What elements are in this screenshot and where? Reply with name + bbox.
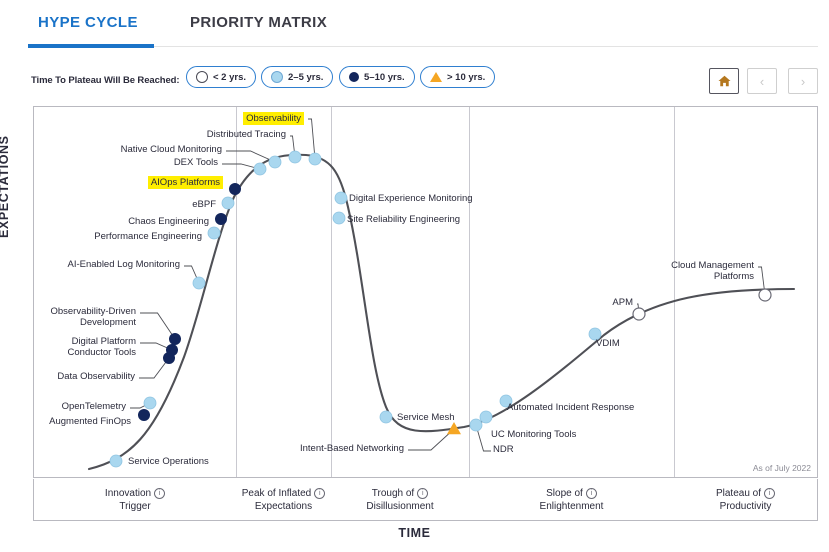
phase-label-line1: Plateau of	[715, 488, 762, 499]
legend-pill-over-10-yrs[interactable]: > 10 yrs.	[420, 66, 496, 88]
data-point-marker[interactable]	[253, 162, 267, 176]
data-point-label[interactable]: DEX Tools	[174, 157, 218, 168]
phase-label-line1: Innovation	[104, 488, 152, 499]
data-point-marker[interactable]	[469, 418, 483, 432]
phase-label-line2: Disillusionment	[366, 501, 434, 512]
data-point-marker[interactable]	[379, 410, 393, 424]
data-point-label[interactable]: UC Monitoring Tools	[491, 429, 576, 440]
info-icon[interactable]: i	[314, 488, 326, 499]
legend-pill-label: < 2 yrs.	[213, 71, 247, 83]
legend-bar: Time To Plateau Will Be Reached: < 2 yrs…	[0, 60, 829, 104]
phase-label-line2: Trigger	[119, 501, 151, 512]
open-circle-icon	[196, 71, 208, 83]
previous-button[interactable]: ‹	[747, 68, 777, 94]
phase-peak-of-inflated-expectations: Peak of Inflated i Expectations	[236, 487, 331, 513]
legend-title: Time To Plateau Will Be Reached:	[31, 75, 180, 86]
data-point-marker[interactable]	[192, 276, 206, 290]
phase-trough-of-disillusionment: Trough of i Disillusionment	[331, 487, 469, 513]
data-point-marker[interactable]	[169, 333, 181, 345]
phase-label-line2: Expectations	[254, 501, 313, 512]
info-icon[interactable]: i	[585, 488, 597, 499]
data-point-marker[interactable]	[308, 152, 322, 166]
data-point-marker[interactable]	[166, 344, 178, 356]
tab-bar: HYPE CYCLE PRIORITY MATRIX	[0, 0, 829, 48]
phase-label-line2: Enlightenment	[539, 501, 604, 512]
info-icon[interactable]: i	[417, 488, 429, 499]
data-point-marker[interactable]	[221, 196, 235, 210]
chevron-right-icon: ›	[800, 73, 806, 89]
hype-cycle-chart: Service Operations Augmented FinOps OpenTe…	[33, 106, 818, 478]
data-point-marker[interactable]	[632, 307, 646, 321]
chevron-left-icon: ‹	[759, 73, 765, 89]
phase-label-line2: Productivity	[719, 501, 772, 512]
leader-line	[408, 428, 455, 451]
data-point-label[interactable]: Automated Incident Response	[507, 402, 634, 413]
data-point-marker[interactable]	[334, 191, 348, 205]
light-circle-icon	[271, 71, 283, 83]
data-point-label[interactable]: Augmented FinOps	[49, 416, 131, 427]
data-point-label[interactable]: Performance Engineering	[94, 231, 202, 242]
data-point-label[interactable]: Native Cloud Monitoring	[121, 144, 222, 155]
orange-triangle-icon	[430, 72, 442, 82]
data-point-marker[interactable]	[268, 155, 282, 169]
dark-circle-icon	[349, 72, 359, 82]
data-point-label[interactable]: NDR	[493, 444, 514, 455]
data-point-marker[interactable]	[207, 226, 221, 240]
data-point-label[interactable]: APM	[612, 297, 633, 308]
x-axis-label: TIME	[398, 526, 431, 540]
data-point-label[interactable]: Chaos Engineering	[128, 216, 209, 227]
data-point-label[interactable]: Intent-Based Networking	[300, 443, 404, 454]
data-point-label[interactable]: Site Reliability Engineering	[347, 214, 460, 225]
home-icon	[717, 75, 731, 87]
legend-pill-2-to-5-yrs[interactable]: 2–5 yrs.	[261, 66, 334, 88]
legend-pill-under-2-yrs[interactable]: < 2 yrs.	[186, 66, 257, 88]
data-point-label[interactable]: AI-Enabled Log Monitoring	[68, 259, 181, 270]
phase-axis: Innovation i Trigger Peak of Inflated i Ex…	[33, 479, 818, 521]
phase-label-line1: Trough of	[371, 488, 415, 499]
leader-line	[140, 312, 176, 340]
tab-hype-cycle[interactable]: HYPE CYCLE	[38, 14, 138, 31]
data-point-marker[interactable]	[288, 150, 302, 164]
data-point-label[interactable]: Distributed Tracing	[207, 129, 286, 140]
legend-pill-label: 2–5 yrs.	[288, 71, 324, 83]
data-point-label[interactable]: Observability-Driven Development	[50, 306, 136, 328]
tab-active-indicator	[28, 44, 154, 48]
data-point-label[interactable]: Digital Platform Conductor Tools	[68, 336, 136, 358]
data-point-label[interactable]: Cloud Management Platforms	[671, 260, 754, 282]
tab-priority-matrix[interactable]: PRIORITY MATRIX	[190, 14, 327, 31]
info-icon[interactable]: i	[154, 488, 166, 499]
data-point-label[interactable]: VDIM	[596, 338, 620, 349]
home-button[interactable]	[709, 68, 739, 94]
phase-slope-of-enlightenment: Slope of i Enlightenment	[469, 487, 674, 513]
data-point-marker[interactable]	[758, 288, 772, 302]
data-point-label[interactable]: Digital Experience Monitoring	[349, 193, 473, 204]
data-point-label[interactable]: Observability	[243, 112, 304, 125]
data-point-label[interactable]: Service Operations	[128, 456, 209, 467]
legend-pill-5-to-10-yrs[interactable]: 5–10 yrs.	[339, 66, 415, 88]
data-point-label[interactable]: AIOps Platforms	[147, 176, 223, 189]
phase-label-line1: Peak of Inflated	[241, 488, 312, 499]
data-point-marker[interactable]	[138, 409, 150, 421]
data-point-marker[interactable]	[109, 454, 123, 468]
legend-pill-label: > 10 yrs.	[447, 71, 486, 83]
legend-pill-label: 5–10 yrs.	[364, 71, 405, 83]
info-icon[interactable]: i	[764, 488, 776, 499]
data-point-marker[interactable]	[332, 211, 346, 225]
phase-label-line1: Slope of	[546, 488, 583, 499]
data-point-label[interactable]: OpenTelemetry	[62, 401, 126, 412]
data-point-marker[interactable]	[215, 213, 227, 225]
as-of-date: As of July 2022	[752, 463, 811, 473]
data-point-marker[interactable]	[479, 410, 493, 424]
data-point-label[interactable]: eBPF	[192, 199, 216, 210]
phase-innovation-trigger: Innovation i Trigger	[34, 487, 236, 513]
y-axis-label: EXPECTATIONS	[0, 135, 11, 238]
phase-plateau-of-productivity: Plateau of i Productivity	[674, 487, 817, 513]
data-point-label[interactable]: Data Observability	[57, 371, 135, 382]
data-point-label[interactable]: Service Mesh	[397, 412, 455, 423]
next-button[interactable]: ›	[788, 68, 818, 94]
data-point-marker[interactable]	[143, 396, 157, 410]
data-point-marker[interactable]	[229, 183, 241, 195]
